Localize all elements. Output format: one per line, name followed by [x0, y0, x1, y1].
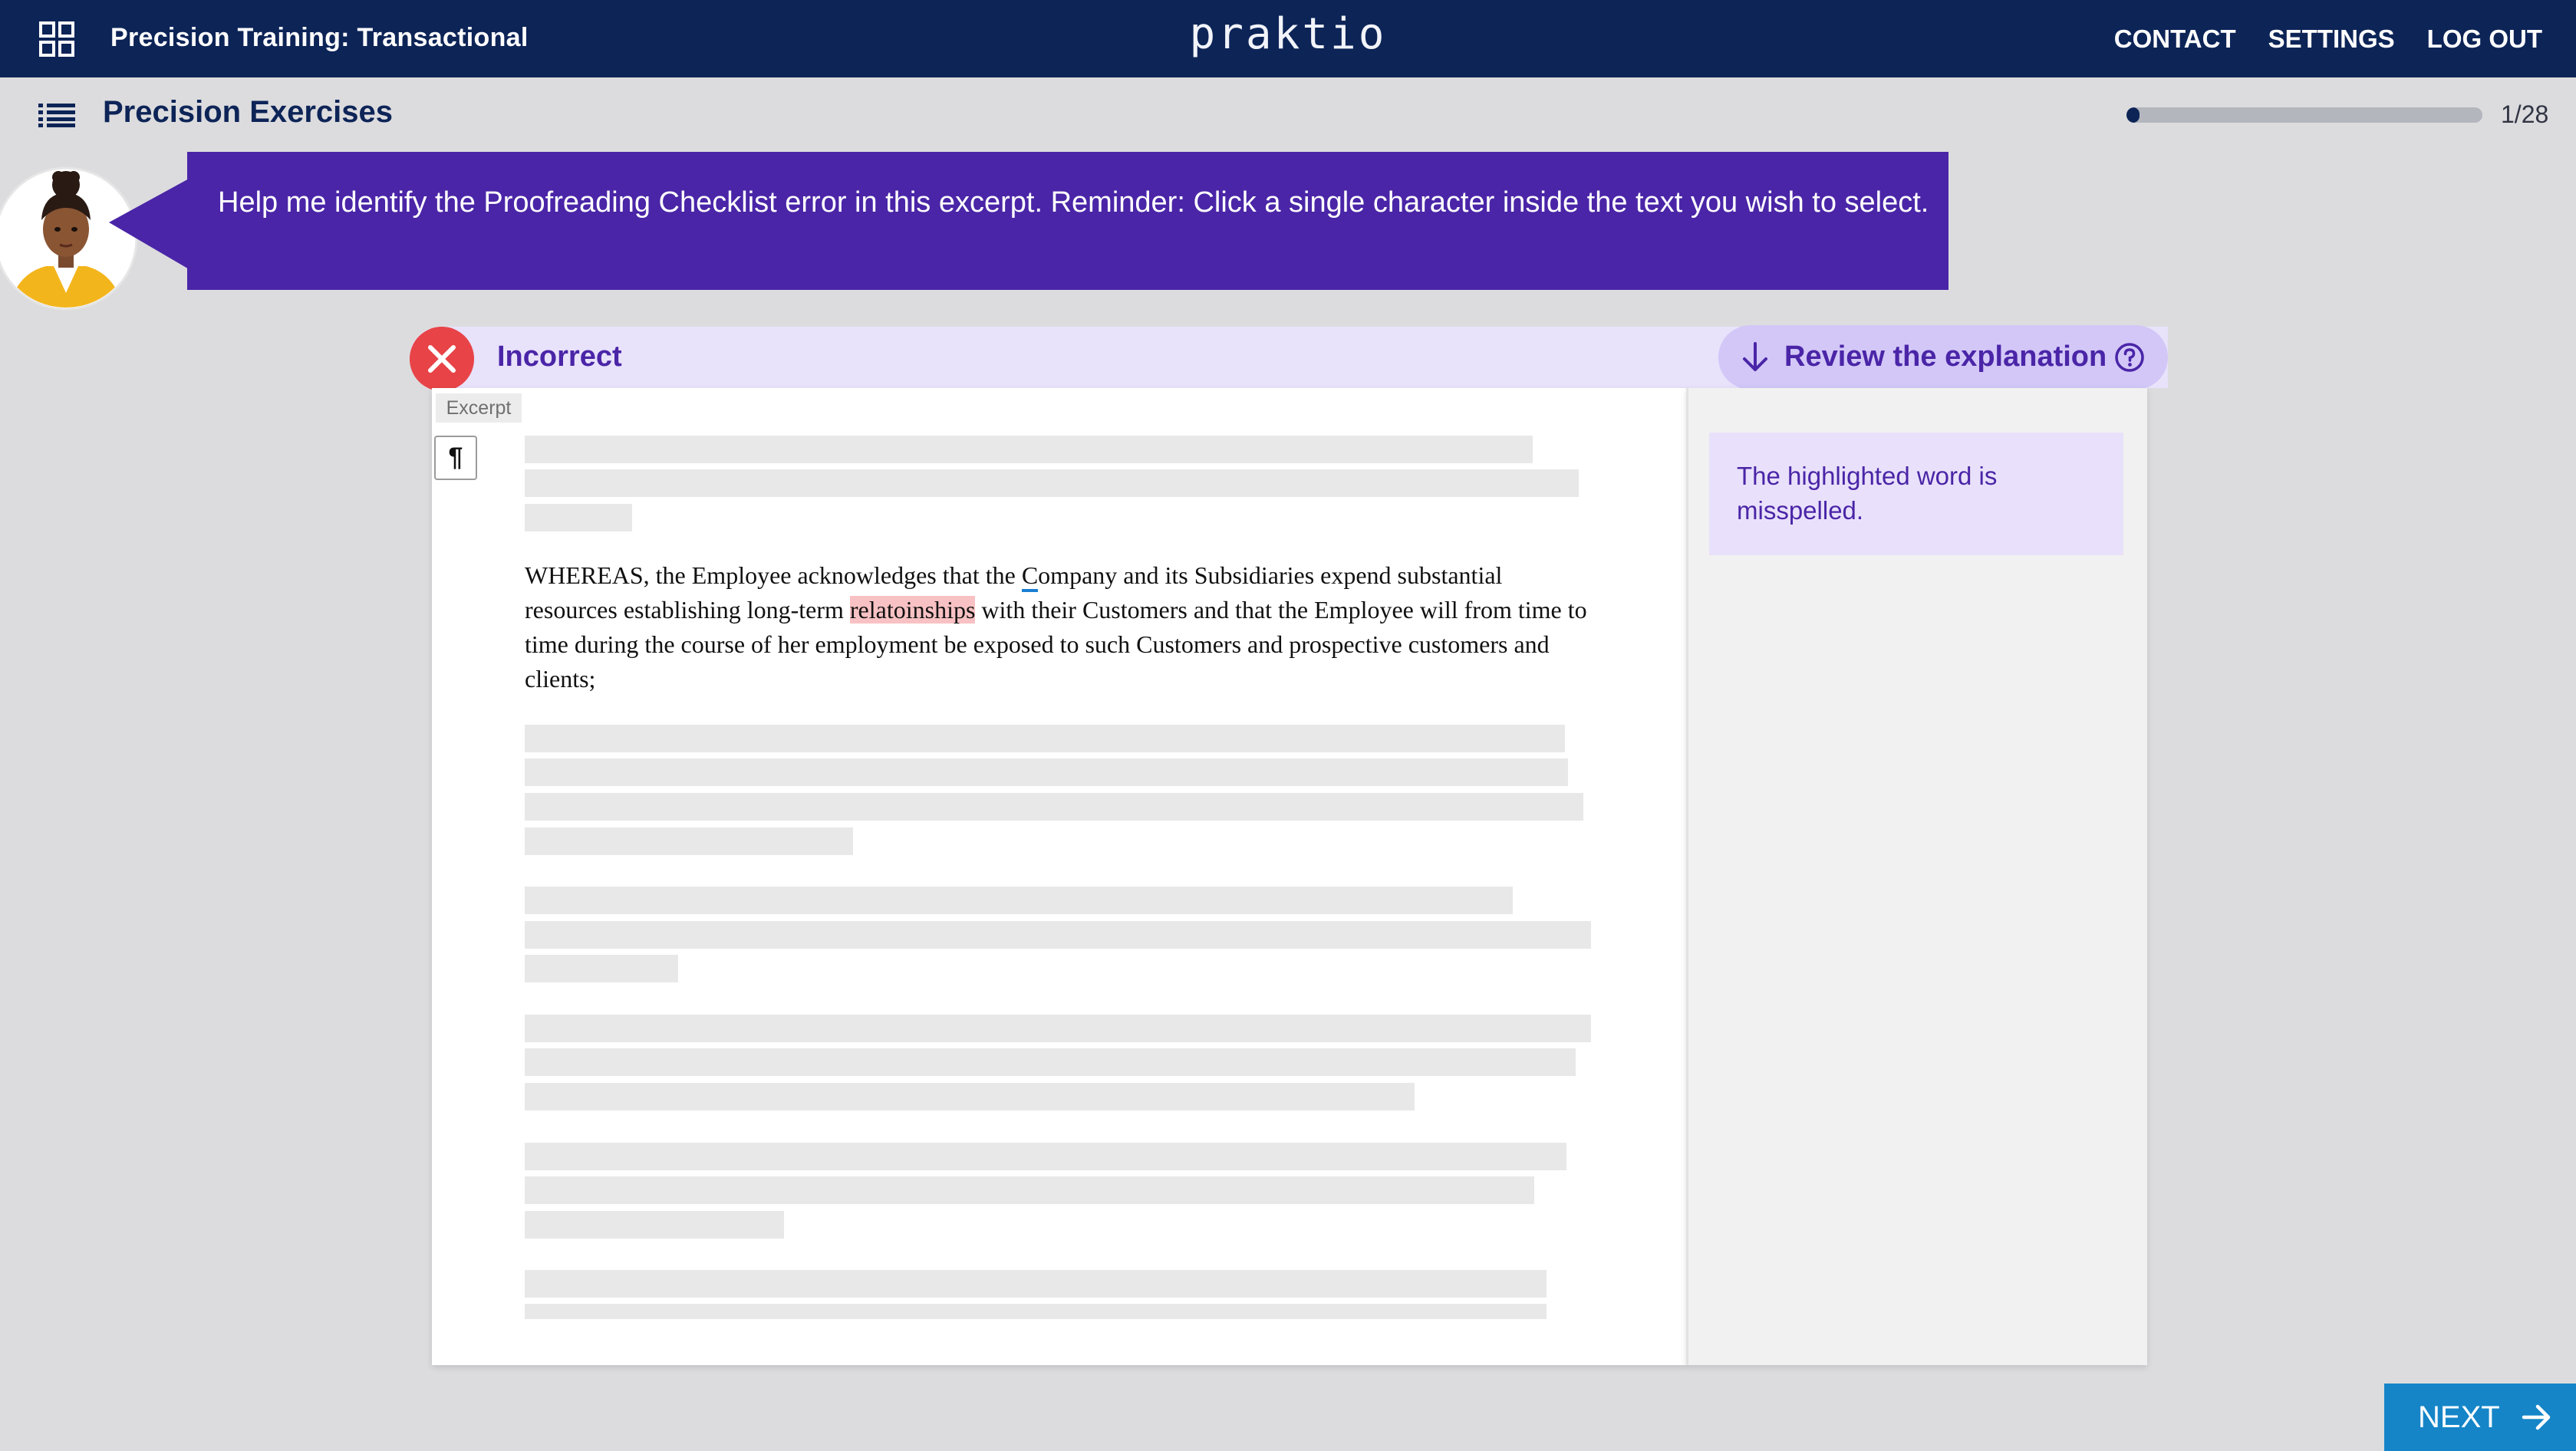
progress-bar [2126, 107, 2482, 123]
placeholder-line [525, 1015, 1591, 1042]
pilcrow-toggle-button[interactable]: ¶ [434, 436, 477, 480]
placeholder-line [525, 1304, 1547, 1319]
progress-fill [2126, 107, 2140, 123]
list-menu-icon[interactable] [38, 103, 75, 127]
progress-label: 1/28 [2501, 100, 2549, 128]
top-nav: CONTACT SETTINGS LOG OUT [2114, 25, 2542, 54]
highlighted-word[interactable]: relatoinships [849, 596, 976, 624]
placeholder-line [525, 887, 1513, 914]
arrow-down-icon [1743, 342, 1767, 371]
close-icon [410, 327, 474, 391]
placeholder-line [525, 793, 1583, 821]
arrow-right-icon [2522, 1404, 2551, 1430]
placeholder-line [525, 758, 1568, 786]
speech-bubble-tail [109, 178, 190, 270]
page-title: Precision Exercises [103, 95, 394, 129]
excerpt-line[interactable]: resources establishing long-term relatoi… [525, 593, 1599, 627]
placeholder-line [525, 1083, 1415, 1110]
placeholder-line [525, 1143, 1566, 1170]
result-label: Incorrect [497, 341, 622, 373]
excerpt-line[interactable]: clients; [525, 662, 1599, 696]
excerpt-line[interactable]: time during the course of her employment… [525, 627, 1599, 662]
placeholder-line [525, 504, 632, 531]
placeholder-line [525, 827, 853, 855]
top-bar: Precision Training: Transactional prakti… [0, 0, 2576, 77]
placeholder-line [525, 921, 1591, 949]
placeholder-line [525, 1176, 1534, 1204]
apps-grid-icon[interactable] [38, 21, 75, 58]
next-label: NEXT [2418, 1400, 2500, 1434]
placeholder-line [525, 955, 678, 982]
placeholder-line [525, 469, 1579, 497]
review-explanation-label: Review the explanation [1784, 341, 2107, 373]
placeholder-line [525, 1211, 784, 1239]
placeholder-line [525, 725, 1565, 752]
prompt-bubble: Help me identify the Proofreading Checkl… [187, 152, 1948, 290]
prompt-text: Help me identify the Proofreading Checkl… [218, 186, 1929, 219]
contact-link[interactable]: CONTACT [2114, 25, 2236, 54]
selected-character[interactable]: C [1021, 561, 1039, 592]
placeholder-line [525, 436, 1533, 463]
placeholder-line [525, 1048, 1576, 1076]
course-title: Precision Training: Transactional [110, 23, 529, 52]
excerpt-paragraph: WHEREAS, the Employee acknowledges that … [525, 558, 1599, 696]
help-circle-icon[interactable] [2114, 342, 2145, 373]
next-button[interactable]: NEXT [2384, 1384, 2576, 1451]
placeholder-line [525, 1270, 1547, 1298]
excerpt-line[interactable]: WHEREAS, the Employee acknowledges that … [525, 558, 1599, 593]
log-out-link[interactable]: LOG OUT [2427, 25, 2542, 54]
review-explanation-button[interactable]: Review the explanation [1718, 325, 2168, 390]
settings-link[interactable]: SETTINGS [2268, 25, 2395, 54]
explanation-text: The highlighted word is misspelled. [1709, 433, 2123, 555]
excerpt-tab: Excerpt [436, 393, 522, 423]
